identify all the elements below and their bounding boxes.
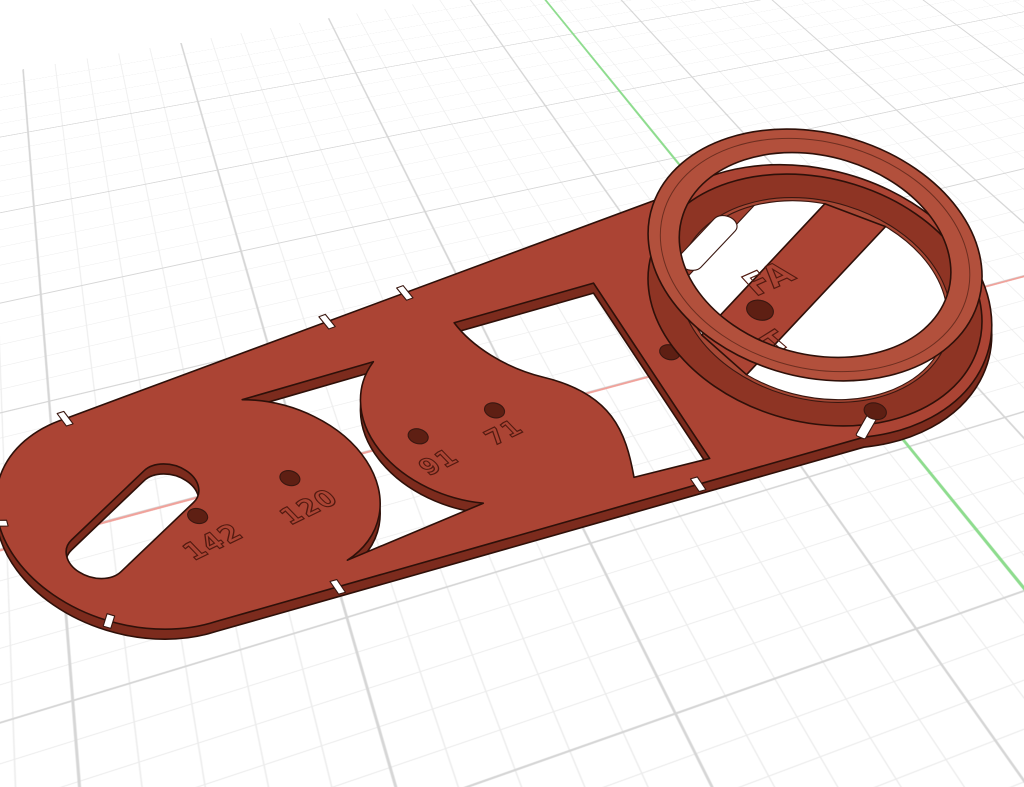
part-canvas[interactable]: 142 120 91 71 FA T — [0, 0, 1024, 787]
cad-viewport[interactable]: 142 120 91 71 FA T — [0, 0, 1024, 787]
